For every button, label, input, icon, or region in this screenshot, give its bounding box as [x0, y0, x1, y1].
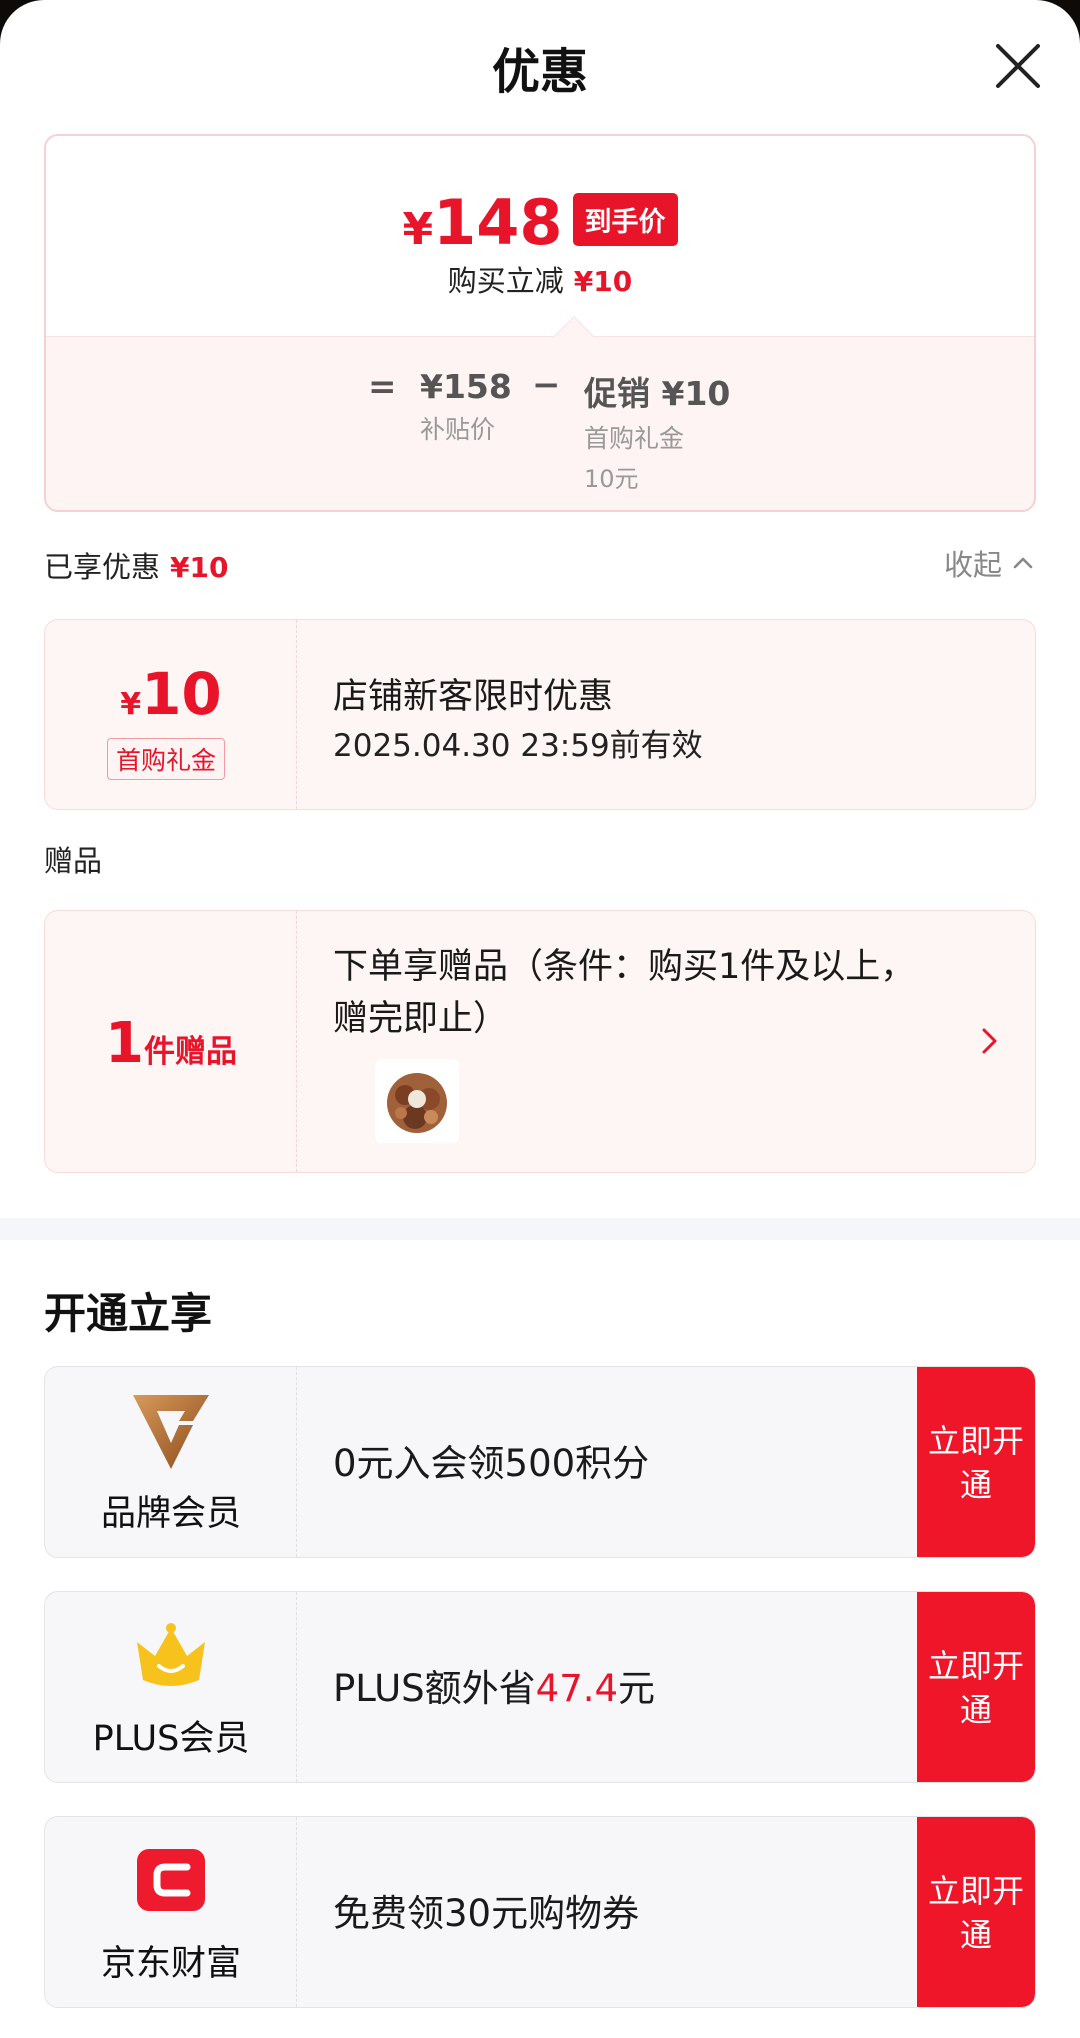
member-benefit-text: 0元入会领500积分	[333, 1442, 650, 1485]
final-price-value: 148	[433, 186, 563, 259]
coupon-left: ¥10 首购礼金	[45, 620, 297, 809]
collapse-label: 收起	[943, 548, 1002, 582]
gift-card[interactable]: 1件赠品 下单享赠品（条件：购买1件及以上，赠完即止）	[44, 910, 1036, 1173]
enjoyed-label: 已享优惠	[44, 550, 161, 584]
close-button[interactable]	[990, 38, 1046, 94]
chevron-up-icon	[1013, 557, 1033, 569]
price-breakdown-card: ¥148 到手价 = ¥158 补贴价 − 促销 ¥10 首购礼金 10元	[44, 134, 1036, 512]
gift-product-image	[375, 1059, 459, 1143]
member-benefit-unit: 元	[618, 1667, 656, 1710]
subsidy-column: ¥158 补贴价	[420, 367, 512, 446]
gift-left: 1件赠品	[45, 911, 297, 1172]
collapse-button[interactable]: 收起	[944, 542, 1036, 584]
price-formula: = ¥158 补贴价 − 促销 ¥10 首购礼金 10元	[46, 365, 1034, 493]
open-now-button[interactable]: 立即开通	[917, 1592, 1035, 1782]
gift-section-label: 赠品	[44, 844, 103, 878]
section-divider	[0, 1218, 1080, 1240]
promo-sub: 10元	[584, 465, 639, 493]
promo-value: 促销 ¥10	[584, 374, 731, 413]
jd-wealth-icon	[137, 1849, 205, 1911]
open-section-title: 开通立享	[44, 1289, 213, 1338]
subsidy-price: ¥158	[420, 367, 512, 406]
member-benefit-text: PLUS额外省	[333, 1667, 536, 1710]
gift-right: 下单享赠品（条件：购买1件及以上，赠完即止）	[333, 911, 1035, 1172]
gift-count-unit: 件赠品	[143, 1034, 237, 1070]
coupon-amount-value: 10	[141, 660, 222, 728]
final-price-row: ¥148 到手价	[46, 186, 1034, 259]
purchase-reduce: 购买立减 ¥10	[0, 258, 1080, 300]
enjoyed-value: ¥10	[170, 551, 229, 584]
promo-column: 促销 ¥10 首购礼金 10元	[584, 367, 730, 494]
member-benefit: 0元入会领500积分	[333, 1433, 649, 1487]
member-name: PLUS会员	[92, 1719, 250, 1759]
member-name: 京东财富	[100, 1944, 241, 1984]
coupon-badge: 首购礼金	[107, 738, 226, 780]
member-left: 品牌会员	[45, 1367, 297, 1557]
sheet-title: 优惠	[491, 44, 588, 100]
equals-sign: =	[368, 367, 397, 407]
gift-thumbnail[interactable]	[375, 1059, 459, 1143]
member-name: 品牌会员	[100, 1494, 241, 1534]
member-left: PLUS会员	[45, 1592, 297, 1782]
member-benefit: 免费领30元购物券	[333, 1883, 639, 1937]
gift-count-number: 1	[105, 1011, 144, 1076]
gift-count: 1件赠品	[45, 1011, 297, 1076]
promo-label: 首购礼金	[584, 424, 685, 453]
member-benefit-text: 免费领30元购物券	[333, 1892, 640, 1935]
chevron-right-icon[interactable]	[975, 1023, 1005, 1059]
price-formula-area: = ¥158 补贴价 − 促销 ¥10 首购礼金 10元	[46, 336, 1034, 510]
discount-sheet: 优惠 ¥148 到手价 = ¥158 补贴价 − 促销 ¥10 首购礼金 10元…	[0, 0, 1080, 2038]
close-icon	[996, 44, 1040, 88]
coupon-yen: ¥	[120, 687, 142, 722]
final-price-tag: 到手价	[572, 193, 678, 246]
member-card-plus: PLUS会员 PLUS额外省47.4元 立即开通	[44, 1591, 1036, 1783]
coupon-card: ¥10 首购礼金 店铺新客限时优惠 2025.04.30 23:59前有效	[44, 619, 1036, 810]
member-left: 京东财富	[45, 1817, 297, 2007]
purchase-reduce-label: 购买立减	[447, 264, 564, 298]
purchase-reduce-value: ¥10	[573, 265, 633, 298]
final-price-symbol: ¥	[402, 204, 434, 255]
crown-icon	[137, 1623, 205, 1686]
open-now-button[interactable]: 立即开通	[917, 1817, 1035, 2007]
member-benefit: PLUS额外省47.4元	[333, 1658, 655, 1712]
open-now-button[interactable]: 立即开通	[917, 1367, 1035, 1557]
coupon-validity: 2025.04.30 23:59前有效	[333, 728, 703, 764]
final-price: ¥148	[402, 186, 562, 259]
coupon-title: 店铺新客限时优惠	[333, 677, 614, 717]
enjoyed-discount: 已享优惠 ¥10	[44, 544, 228, 586]
minus-sign: −	[532, 365, 561, 405]
member-card-brand: 品牌会员 0元入会领500积分 立即开通	[44, 1366, 1036, 1558]
gift-description: 下单享赠品（条件：购买1件及以上，赠完即止）	[333, 947, 916, 1039]
coupon-amount: ¥10	[45, 660, 297, 728]
member-card-jd-wealth: 京东财富 免费领30元购物券 立即开通	[44, 1816, 1036, 2008]
coupon-right: 店铺新客限时优惠 2025.04.30 23:59前有效	[333, 620, 1035, 809]
subsidy-label: 补贴价	[420, 415, 496, 444]
member-benefit-amount: 47.4	[535, 1667, 619, 1710]
brand-v-icon	[133, 1395, 209, 1469]
price-top: ¥148 到手价	[46, 136, 1034, 336]
